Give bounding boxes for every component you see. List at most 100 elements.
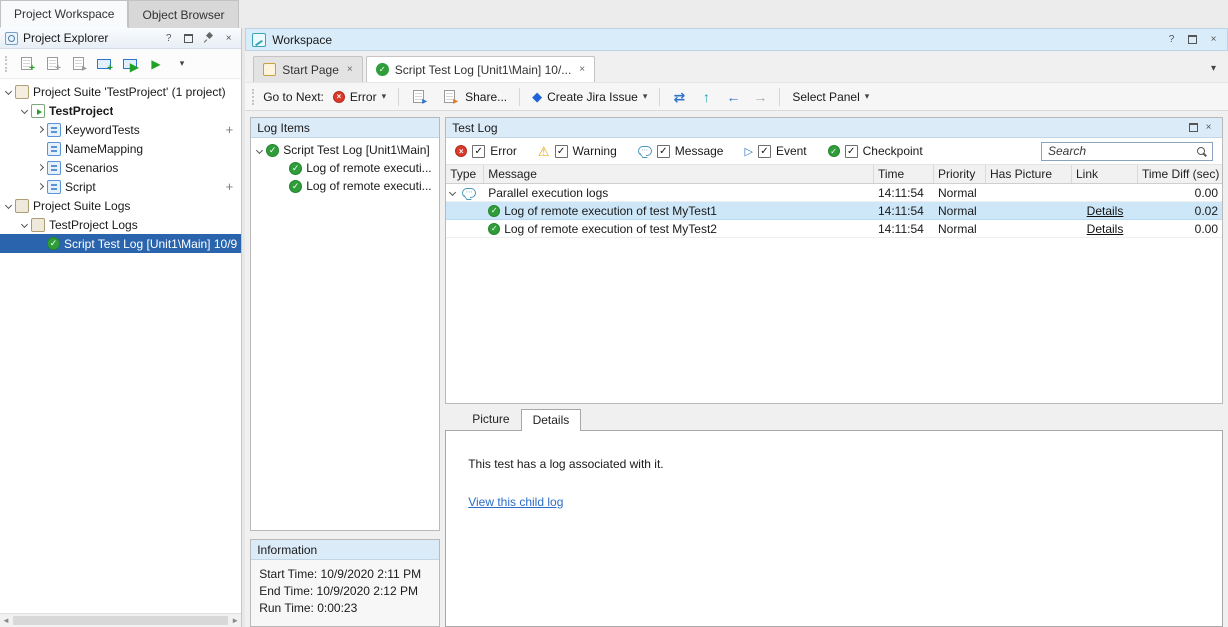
close-button[interactable]: × <box>1206 32 1221 47</box>
tree-item-script-test-log[interactable]: ✓ Script Test Log [Unit1\Main] 10/9 <box>0 234 241 253</box>
share-icon: ▸ <box>438 86 460 108</box>
close-tab-icon[interactable]: × <box>579 64 585 75</box>
column-header-has-picture[interactable]: Has Picture <box>986 165 1072 183</box>
tab-list-dropdown[interactable]: ▾ <box>1207 63 1220 74</box>
rerun-test-icon[interactable]: ⇄ <box>668 86 690 108</box>
chevron-down-icon <box>256 146 263 153</box>
warning-checkbox[interactable]: ✓ <box>555 145 568 158</box>
help-button[interactable]: ? <box>161 31 176 46</box>
view-child-log-link[interactable]: View this child log <box>468 495 563 509</box>
details-link[interactable]: Details <box>1087 204 1124 218</box>
tab-details[interactable]: Details <box>521 409 582 431</box>
tree-item-namemapping[interactable]: NameMapping <box>0 139 241 158</box>
start-page-icon <box>263 63 276 76</box>
log-items-panel: Log Items ✓ Script Test Log [Unit1\Main]… <box>250 117 440 531</box>
horizontal-scrollbar[interactable]: ◄ ► <box>0 613 241 627</box>
search-icon[interactable] <box>1197 147 1207 157</box>
go-to-parent-log-icon[interactable]: ↑ <box>695 86 717 108</box>
search-input[interactable] <box>1042 144 1223 158</box>
doc-tab-script-test-log[interactable]: ✓ Script Test Log [Unit1\Main] 10/... × <box>366 56 595 82</box>
pin-button[interactable] <box>201 31 216 46</box>
table-row-parallel-logs[interactable]: ⋯ Parallel execution logs 14:11:54 Norma… <box>446 184 1222 202</box>
maximize-button[interactable] <box>181 31 196 46</box>
test-log-table: Type Message Time Priority Has Picture L… <box>446 165 1222 403</box>
close-button[interactable]: × <box>221 31 236 46</box>
project-explorer-panel: Project Explorer ? × + + ▸ + ▶ ▶ ▾ <box>0 28 242 627</box>
maximize-button[interactable] <box>1186 120 1201 135</box>
project-suite-icon <box>15 85 29 99</box>
forward-icon[interactable]: → <box>749 86 771 108</box>
table-row-mytest1[interactable]: ✓ Log of remote execution of test MyTest… <box>446 202 1222 220</box>
add-script-button[interactable]: + <box>226 179 238 194</box>
maximize-button[interactable] <box>1185 32 1200 47</box>
details-link[interactable]: Details <box>1087 222 1124 236</box>
help-button[interactable]: ? <box>1164 32 1179 47</box>
tab-object-browser[interactable]: Object Browser <box>128 0 238 28</box>
run-options-dropdown[interactable]: ▾ <box>171 53 193 75</box>
add-keywordtest-button[interactable]: + <box>226 122 238 137</box>
column-header-priority[interactable]: Priority <box>934 165 986 183</box>
log-items-tree: ✓ Script Test Log [Unit1\Main] ✓ Log of … <box>251 138 439 530</box>
save-log-icon[interactable]: ▸ <box>407 86 429 108</box>
open-item-icon[interactable]: ▸ <box>67 53 89 75</box>
tab-project-workspace-label: Project Workspace <box>14 7 114 21</box>
test-log-panel: Test Log × × ✓ Error ⚠ <box>445 117 1223 404</box>
success-check-icon: ✓ <box>488 205 500 217</box>
tree-item-script[interactable]: Script + <box>0 177 241 196</box>
column-header-type[interactable]: Type <box>446 165 484 183</box>
application-window: Project Workspace Object Browser Project… <box>0 0 1228 627</box>
column-header-time-diff[interactable]: Time Diff (sec) <box>1138 165 1222 183</box>
chevron-down-icon: ▾ <box>865 91 870 102</box>
search-box <box>1041 142 1213 161</box>
tab-project-workspace[interactable]: Project Workspace <box>0 0 128 28</box>
test-log-icon: ✓ <box>376 63 389 76</box>
column-header-link[interactable]: Link <box>1072 165 1138 183</box>
share-button[interactable]: ▸ Share... <box>434 84 511 110</box>
run-project-icon[interactable]: ▶ <box>119 53 141 75</box>
add-existing-item-icon[interactable]: + <box>41 53 63 75</box>
tree-item-project-suite[interactable]: Project Suite 'TestProject' (1 project) <box>0 82 241 101</box>
add-new-item-icon[interactable]: + <box>15 53 37 75</box>
message-checkbox[interactable]: ✓ <box>657 145 670 158</box>
chevron-down-icon <box>5 202 12 209</box>
separator <box>398 88 399 106</box>
table-row-mytest2[interactable]: ✓ Log of remote execution of test MyTest… <box>446 220 1222 238</box>
event-checkbox[interactable]: ✓ <box>758 145 771 158</box>
tab-picture[interactable]: Picture <box>461 409 520 430</box>
success-check-icon: ✓ <box>488 223 500 235</box>
workspace-titlebar: Workspace ? × <box>245 28 1228 51</box>
doc-tab-start-page[interactable]: Start Page × <box>253 56 363 82</box>
add-new-project-icon[interactable]: + <box>93 53 115 75</box>
tree-item-testproject-logs[interactable]: TestProject Logs <box>0 215 241 234</box>
log-item-child-2[interactable]: ✓ Log of remote executi... <box>251 177 439 195</box>
column-header-message[interactable]: Message <box>484 165 874 183</box>
log-item-child-1[interactable]: ✓ Log of remote executi... <box>251 159 439 177</box>
chevron-down-icon[interactable] <box>449 189 456 196</box>
scroll-left-icon[interactable]: ◄ <box>2 616 10 625</box>
column-header-time[interactable]: Time <box>874 165 934 183</box>
logs-folder-icon <box>15 199 29 213</box>
create-jira-issue-button[interactable]: ◆ Create Jira Issue ▾ <box>528 87 651 107</box>
run-project-suite-icon[interactable]: ▶ <box>145 53 167 75</box>
scrollbar-thumb[interactable] <box>13 616 228 625</box>
project-explorer-tree: Project Suite 'TestProject' (1 project) … <box>0 79 241 613</box>
tree-item-scenarios[interactable]: Scenarios <box>0 158 241 177</box>
chevron-down-icon: ▾ <box>643 91 648 102</box>
tree-item-project-suite-logs[interactable]: Project Suite Logs <box>0 196 241 215</box>
test-log-header: Test Log × <box>446 118 1222 138</box>
log-item-root[interactable]: ✓ Script Test Log [Unit1\Main] <box>251 141 439 159</box>
filter-error: × ✓ Error <box>455 144 517 158</box>
checkpoint-checkbox[interactable]: ✓ <box>845 145 858 158</box>
log-items-header: Log Items <box>251 118 439 138</box>
close-tab-icon[interactable]: × <box>347 64 353 75</box>
tree-item-testproject[interactable]: TestProject <box>0 101 241 120</box>
error-checkbox[interactable]: ✓ <box>472 145 485 158</box>
table-empty-area <box>446 238 1222 403</box>
information-body: Start Time: 10/9/2020 2:11 PM End Time: … <box>251 560 439 626</box>
go-to-next-error-button[interactable]: × Error ▾ <box>329 88 390 106</box>
tree-item-keywordtests[interactable]: KeywordTests + <box>0 120 241 139</box>
scroll-right-icon[interactable]: ► <box>231 616 239 625</box>
select-panel-button[interactable]: Select Panel ▾ <box>788 88 873 106</box>
close-button[interactable]: × <box>1201 120 1216 135</box>
back-icon[interactable]: ← <box>722 86 744 108</box>
